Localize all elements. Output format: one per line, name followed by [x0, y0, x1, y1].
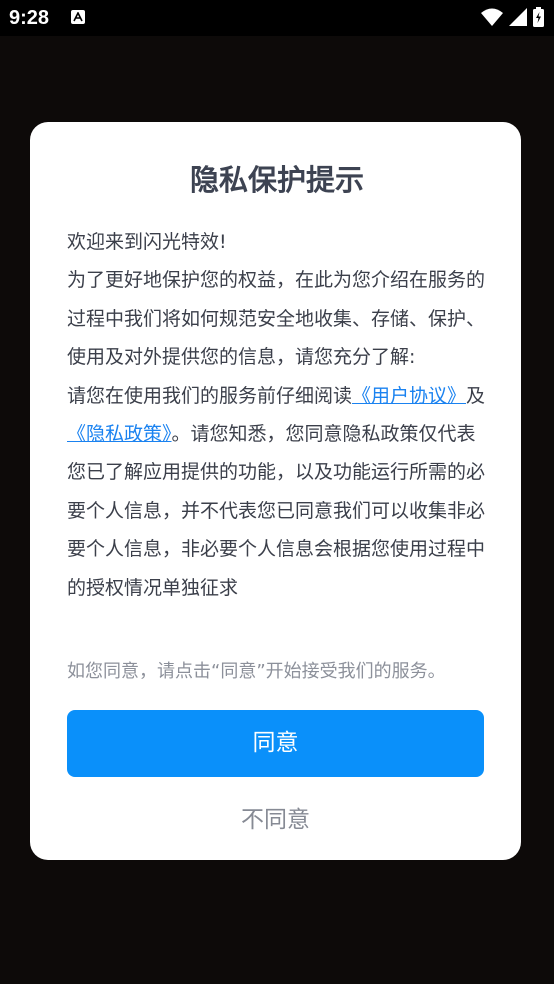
privacy-body-text[interactable]: 欢迎来到闪光特效! 为了更好地保护您的权益，在此为您介绍在服务的过程中我们将如何…: [67, 223, 487, 639]
dialog-title: 隐私保护提示: [189, 163, 364, 197]
welcome-text: 欢迎来到闪光特效!: [67, 231, 227, 253]
user-agreement-link[interactable]: 《用户协议》: [352, 385, 466, 407]
status-time: 9:28: [9, 7, 50, 29]
signal-icon: [509, 8, 527, 30]
status-icons: [481, 7, 544, 31]
consent-hint: 如您同意，请点击“同意”开始接受我们的服务。: [67, 661, 446, 682]
read-prefix-text: 请您在使用我们的服务前仔细阅读: [67, 384, 353, 407]
agree-button[interactable]: 同意: [67, 710, 484, 777]
and-text: 及: [466, 384, 486, 407]
status-bar: 9:28: [0, 0, 554, 36]
wifi-icon: [481, 8, 503, 30]
policy-paragraph: 请您在使用我们的服务前仔细阅读《用户协议》及《隐私政策》。请您知悉，您同意隐私政…: [67, 377, 487, 607]
privacy-policy-link[interactable]: 《隐私政策》: [67, 423, 172, 445]
intro-text: 为了更好地保护您的权益，在此为您介绍在服务的过程中我们将如何规范安全地收集、存储…: [67, 269, 486, 369]
battery-charging-icon: [533, 7, 544, 31]
text-a-icon: [71, 10, 85, 24]
disagree-button[interactable]: 不同意: [67, 796, 484, 844]
notice-text: 。请您知悉，您同意隐私政策仅代表您已了解应用提供的功能，以及功能运行所需的必要个…: [67, 423, 486, 599]
